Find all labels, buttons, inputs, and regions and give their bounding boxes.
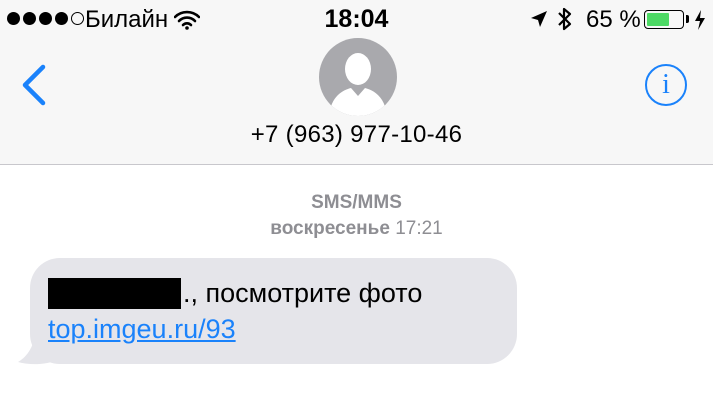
status-bar: Билайн 18:04 65 % [0, 0, 713, 40]
info-button[interactable]: i [645, 64, 687, 106]
battery-level-fill [647, 13, 670, 26]
bluetooth-icon [556, 6, 574, 37]
contact-number[interactable]: +7 (963) 977-10-46 [0, 121, 713, 149]
message-text: ., посмотрите фото [48, 278, 422, 309]
person-silhouette-icon [329, 53, 387, 116]
contact-avatar[interactable] [319, 38, 397, 116]
timestamp-time: 17:21 [395, 218, 443, 239]
location-arrow-icon [530, 9, 548, 34]
timestamp-day: воскресенье [270, 218, 390, 239]
message-link[interactable]: top.imgeu.ru/93 [48, 314, 236, 345]
messages-header: Билайн 18:04 65 % +7 (963) 977-10-46 i [0, 0, 713, 165]
message-bubble[interactable]: ., посмотрите фото top.imgeu.ru/93 [30, 258, 517, 364]
redaction-block [48, 278, 181, 309]
message-text-visible: ., посмотрите фото [183, 278, 423, 308]
service-label: SMS/MMS [311, 192, 402, 213]
battery-percent: 65 % [586, 6, 641, 33]
battery-tip [686, 15, 689, 23]
message-timestamp: воскресенье 17:21 [0, 218, 713, 240]
chevron-left-icon[interactable] [20, 64, 48, 111]
battery-icon [644, 10, 684, 29]
charging-bolt-icon [694, 9, 706, 36]
